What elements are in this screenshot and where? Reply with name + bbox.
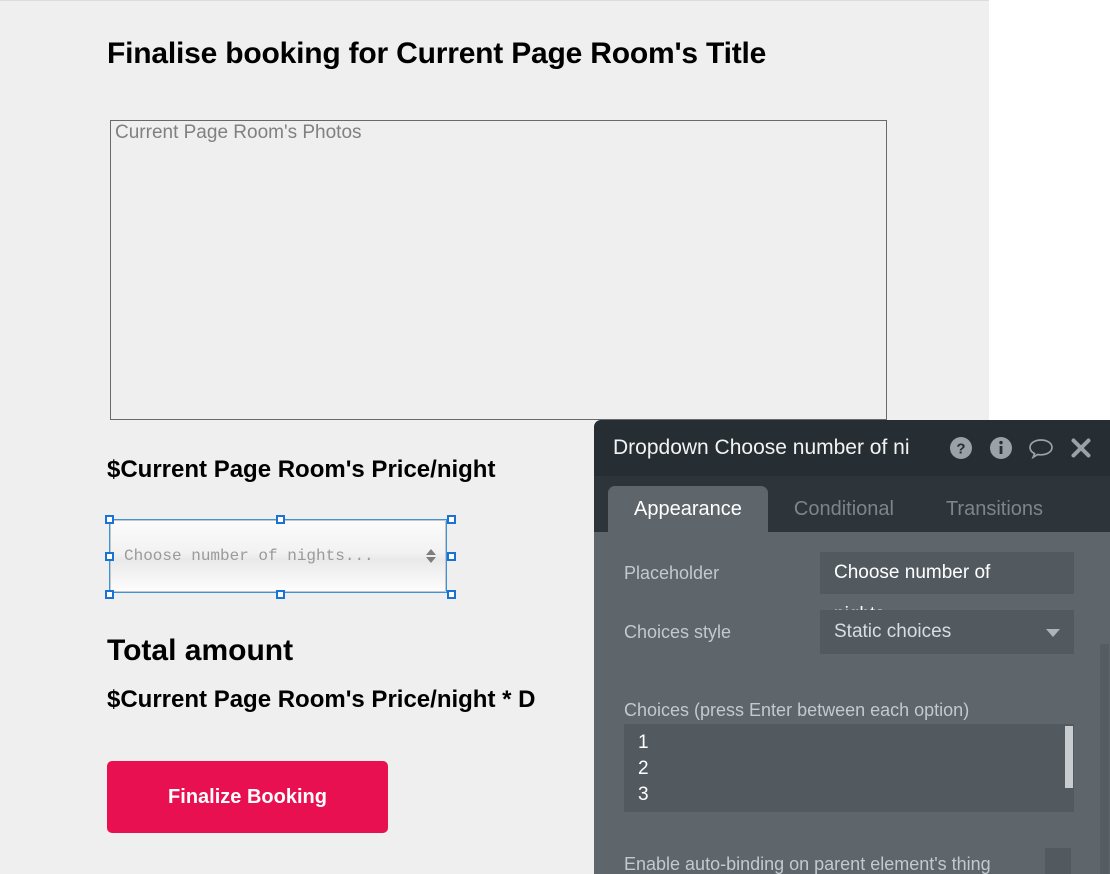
property-editor-dialog: Dropdown Choose number of ni ? Appearanc… [594, 420, 1110, 874]
autobinding-label: Enable auto-binding on parent element's … [624, 854, 991, 874]
choices-textarea[interactable]: 1 2 3 [624, 724, 1074, 812]
resize-handle-sw[interactable] [105, 590, 114, 599]
screen-root: Finalise booking for Current Page Room's… [0, 0, 1110, 874]
resize-handle-s[interactable] [276, 590, 285, 599]
tab-transitions[interactable]: Transitions [920, 486, 1069, 532]
tab-conditional[interactable]: Conditional [768, 486, 920, 532]
autobinding-row: Enable auto-binding on parent element's … [594, 846, 1110, 874]
dialog-scrollbar-thumb[interactable] [1100, 644, 1109, 874]
comment-icon[interactable] [1028, 435, 1054, 461]
autobinding-checkbox[interactable] [1045, 848, 1071, 874]
dialog-scrollbar[interactable] [1099, 532, 1110, 874]
total-amount-formula: $Current Page Room's Price/night * D [107, 686, 536, 713]
photos-placeholder-box[interactable]: Current Page Room's Photos [110, 120, 887, 420]
dialog-body: Placeholder Choose number of nights... C… [594, 532, 1110, 874]
choices-scrollbar[interactable] [1064, 724, 1074, 812]
choice-item: 3 [638, 784, 649, 805]
resize-handle-e[interactable] [447, 552, 456, 561]
choice-item: 2 [638, 758, 649, 779]
help-icon[interactable]: ? [948, 435, 974, 461]
nights-dropdown-selection: Choose number of nights... [105, 515, 456, 599]
photos-placeholder-label: Current Page Room's Photos [115, 122, 362, 143]
page-title: Finalise booking for Current Page Room's… [107, 37, 767, 70]
info-icon[interactable] [988, 435, 1014, 461]
svg-text:?: ? [956, 441, 965, 458]
choices-scrollbar-thumb[interactable] [1065, 726, 1073, 788]
resize-handle-ne[interactable] [447, 515, 456, 524]
nights-dropdown[interactable]: Choose number of nights... [110, 520, 446, 592]
nights-dropdown-placeholder: Choose number of nights... [124, 547, 374, 565]
select-arrows-icon [426, 549, 436, 563]
resize-handle-n[interactable] [276, 515, 285, 524]
choice-item: 1 [638, 732, 649, 753]
dialog-header: Dropdown Choose number of ni ? [594, 420, 1110, 476]
dialog-tabs: Appearance Conditional Transitions [594, 476, 1110, 532]
total-amount-heading: Total amount [107, 634, 294, 667]
choices-style-label: Choices style [624, 621, 732, 642]
choices-style-select[interactable]: Static choices [820, 610, 1074, 654]
resize-handle-nw[interactable] [105, 515, 114, 524]
resize-handle-se[interactable] [447, 590, 456, 599]
chevron-down-icon [1046, 629, 1060, 637]
dialog-title: Dropdown Choose number of ni [613, 436, 910, 459]
placeholder-label: Placeholder [624, 562, 720, 583]
close-icon[interactable] [1068, 435, 1094, 461]
placeholder-input[interactable]: Choose number of nights... [820, 552, 1074, 625]
choices-list: 1 2 3 [624, 724, 1074, 808]
choices-field-label: Choices (press Enter between each option… [624, 700, 970, 720]
dialog-header-icons: ? [948, 420, 1094, 476]
tab-appearance[interactable]: Appearance [608, 486, 768, 532]
choices-style-value: Static choices [834, 621, 952, 642]
price-per-night-text: $Current Page Room's Price/night [107, 456, 496, 483]
resize-handle-w[interactable] [105, 552, 114, 561]
finalize-booking-button[interactable]: Finalize Booking [107, 761, 388, 833]
